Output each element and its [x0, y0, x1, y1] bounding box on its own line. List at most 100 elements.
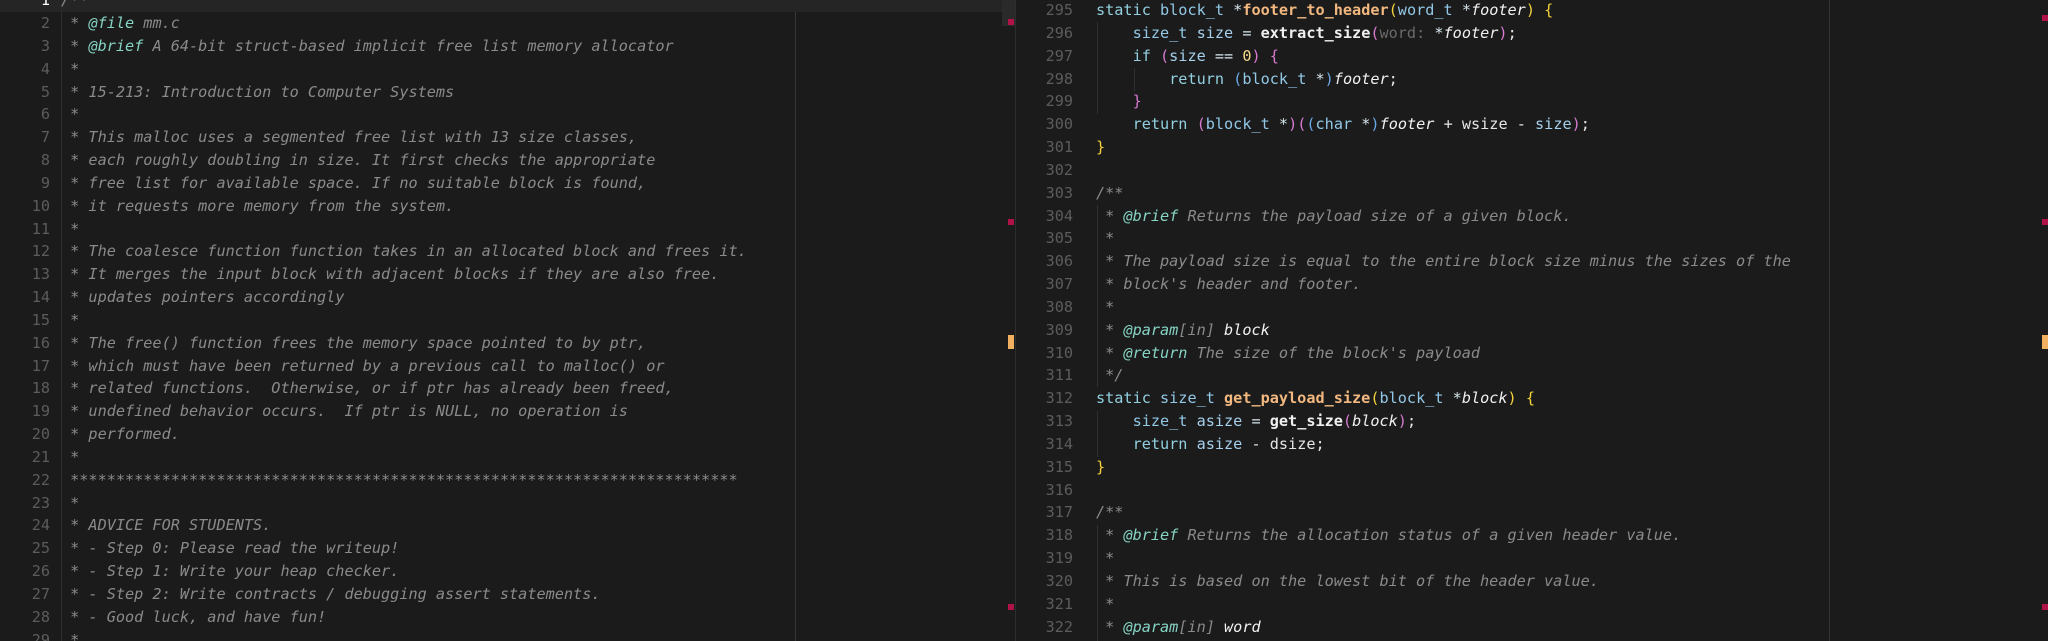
code-text[interactable]: *: [61, 58, 79, 81]
code-text[interactable]: * @brief A 64-bit struct-based implicit …: [61, 35, 674, 58]
code-text[interactable]: * It merges the input block with adjacen…: [61, 263, 719, 286]
code-line[interactable]: 5 * 15-213: Introduction to Computer Sys…: [0, 81, 1015, 104]
code-line[interactable]: 8 * each roughly doubling in size. It fi…: [0, 149, 1015, 172]
code-text[interactable]: }: [1096, 456, 1105, 479]
code-text[interactable]: size_t size = extract_size(word: *footer…: [1096, 22, 1517, 45]
code-text[interactable]: *: [61, 629, 79, 641]
code-text[interactable]: * performed.: [61, 423, 180, 446]
code-text[interactable]: /**: [1096, 501, 1123, 524]
code-line[interactable]: 21 *: [0, 446, 1015, 469]
code-text[interactable]: if (size == 0) {: [1096, 45, 1279, 68]
code-text[interactable]: static block_t *footer_to_header(word_t …: [1096, 0, 1553, 22]
code-line[interactable]: 320 * This is based on the lowest bit of…: [1016, 570, 2048, 593]
code-text[interactable]: *: [61, 103, 79, 126]
code-line[interactable]: 299 }: [1016, 90, 2048, 113]
code-line[interactable]: 310 * @return The size of the block's pa…: [1016, 342, 2048, 365]
code-line[interactable]: 10 * it requests more memory from the sy…: [0, 195, 1015, 218]
code-text[interactable]: * updates pointers accordingly: [61, 286, 344, 309]
code-line[interactable]: 322 * @param[in] word: [1016, 616, 2048, 639]
code-line[interactable]: 297 if (size == 0) {: [1016, 45, 2048, 68]
code-line[interactable]: 28 * - Good luck, and have fun!: [0, 606, 1015, 629]
code-text[interactable]: * @brief Returns the payload size of a g…: [1096, 205, 1571, 228]
code-line[interactable]: 25 * - Step 0: Please read the writeup!: [0, 537, 1015, 560]
code-line[interactable]: 6 *: [0, 103, 1015, 126]
code-text[interactable]: * @param[in] block: [1096, 319, 1270, 342]
code-text[interactable]: *: [1096, 227, 1114, 250]
code-text[interactable]: * it requests more memory from the syste…: [61, 195, 454, 218]
code-line[interactable]: 319 *: [1016, 547, 2048, 570]
code-line[interactable]: 313 size_t asize = get_size(block);: [1016, 410, 2048, 433]
code-text[interactable]: *: [1096, 593, 1114, 616]
code-line[interactable]: 29 *: [0, 629, 1015, 641]
code-text[interactable]: /**: [1096, 182, 1123, 205]
code-text[interactable]: * @param[in] word: [1096, 616, 1260, 639]
code-text[interactable]: * @return The size of the block's payloa…: [1096, 342, 1480, 365]
code-line[interactable]: 23 *: [0, 492, 1015, 515]
code-line[interactable]: 13 * It merges the input block with adja…: [0, 263, 1015, 286]
code-line[interactable]: 304 * @brief Returns the payload size of…: [1016, 205, 2048, 228]
code-line[interactable]: 306 * The payload size is equal to the e…: [1016, 250, 2048, 273]
code-text[interactable]: * block's header and footer.: [1096, 273, 1361, 296]
code-line[interactable]: 9 * free list for available space. If no…: [0, 172, 1015, 195]
code-line[interactable]: 22 *************************************…: [0, 469, 1015, 492]
code-text[interactable]: return asize - dsize;: [1096, 433, 1325, 456]
code-line[interactable]: 311 */: [1016, 364, 2048, 387]
code-text[interactable]: /**: [61, 0, 88, 12]
code-line[interactable]: 26 * - Step 1: Write your heap checker.: [0, 560, 1015, 583]
code-text[interactable]: *: [61, 309, 79, 332]
code-text[interactable]: * The payload size is equal to the entir…: [1096, 250, 1791, 273]
code-text[interactable]: return (block_t *)((char *)footer + wsiz…: [1096, 113, 1590, 136]
code-text[interactable]: * @brief Returns the allocation status o…: [1096, 524, 1681, 547]
code-line[interactable]: 20 * performed.: [0, 423, 1015, 446]
code-text[interactable]: static size_t get_payload_size(block_t *…: [1096, 387, 1535, 410]
code-line[interactable]: 318 * @brief Returns the allocation stat…: [1016, 524, 2048, 547]
code-text[interactable]: *: [61, 218, 79, 241]
code-line[interactable]: 18 * related functions. Otherwise, or if…: [0, 377, 1015, 400]
code-text[interactable]: *: [1096, 296, 1114, 319]
code-text[interactable]: ****************************************…: [61, 469, 738, 492]
code-text[interactable]: * 15-213: Introduction to Computer Syste…: [61, 81, 454, 104]
code-line[interactable]: 316: [1016, 479, 2048, 502]
code-line[interactable]: 300 return (block_t *)((char *)footer + …: [1016, 113, 2048, 136]
code-line[interactable]: 2 * @file mm.c: [0, 12, 1015, 35]
code-line[interactable]: 295 static block_t *footer_to_header(word…: [1016, 0, 2048, 22]
code-line[interactable]: 15 *: [0, 309, 1015, 332]
code-line[interactable]: 27 * - Step 2: Write contracts / debuggi…: [0, 583, 1015, 606]
code-text[interactable]: * each roughly doubling in size. It firs…: [61, 149, 655, 172]
code-line[interactable]: 11 *: [0, 218, 1015, 241]
code-line[interactable]: 298 return (block_t *)footer;: [1016, 68, 2048, 91]
code-text[interactable]: *: [1096, 547, 1114, 570]
code-line[interactable]: 308 *: [1016, 296, 2048, 319]
code-text[interactable]: * The coalesce function function takes i…: [61, 240, 747, 263]
code-text[interactable]: * This is based on the lowest bit of the…: [1096, 570, 1599, 593]
code-text[interactable]: */: [1096, 364, 1123, 387]
code-line[interactable]: 7 * This malloc uses a segmented free li…: [0, 126, 1015, 149]
code-line[interactable]: 24 * ADVICE FOR STUDENTS.: [0, 514, 1015, 537]
code-line[interactable]: 309 * @param[in] block: [1016, 319, 2048, 342]
code-line[interactable]: 314 return asize - dsize;: [1016, 433, 2048, 456]
code-text[interactable]: *: [61, 492, 79, 515]
code-line[interactable]: 12 * The coalesce function function take…: [0, 240, 1015, 263]
code-line[interactable]: 317 /**: [1016, 501, 2048, 524]
code-text[interactable]: }: [1096, 90, 1142, 113]
code-line[interactable]: 305 *: [1016, 227, 2048, 250]
code-line[interactable]: 296 size_t size = extract_size(word: *fo…: [1016, 22, 2048, 45]
code-text[interactable]: * which must have been returned by a pre…: [61, 355, 664, 378]
code-line[interactable]: 301}: [1016, 136, 2048, 159]
code-text[interactable]: * - Good luck, and have fun!: [61, 606, 326, 629]
code-line[interactable]: 321 *: [1016, 593, 2048, 616]
code-line[interactable]: 312 static size_t get_payload_size(block_…: [1016, 387, 2048, 410]
code-text[interactable]: * ADVICE FOR STUDENTS.: [61, 514, 271, 537]
right-editor-pane[interactable]: 295 static block_t *footer_to_header(word…: [1016, 0, 2048, 641]
code-text[interactable]: * - Step 2: Write contracts / debugging …: [61, 583, 600, 606]
code-line[interactable]: 3 * @brief A 64-bit struct-based implici…: [0, 35, 1015, 58]
code-text[interactable]: * - Step 0: Please read the writeup!: [61, 537, 399, 560]
code-text[interactable]: }: [1096, 136, 1105, 159]
code-text[interactable]: * free list for available space. If no s…: [61, 172, 646, 195]
code-text[interactable]: * related functions. Otherwise, or if pt…: [61, 377, 673, 400]
code-line[interactable]: 303 /**: [1016, 182, 2048, 205]
code-line[interactable]: 307 * block's header and footer.: [1016, 273, 2048, 296]
code-text[interactable]: * - Step 1: Write your heap checker.: [61, 560, 399, 583]
code-text[interactable]: * The free() function frees the memory s…: [61, 332, 646, 355]
code-text[interactable]: * This malloc uses a segmented free list…: [61, 126, 637, 149]
